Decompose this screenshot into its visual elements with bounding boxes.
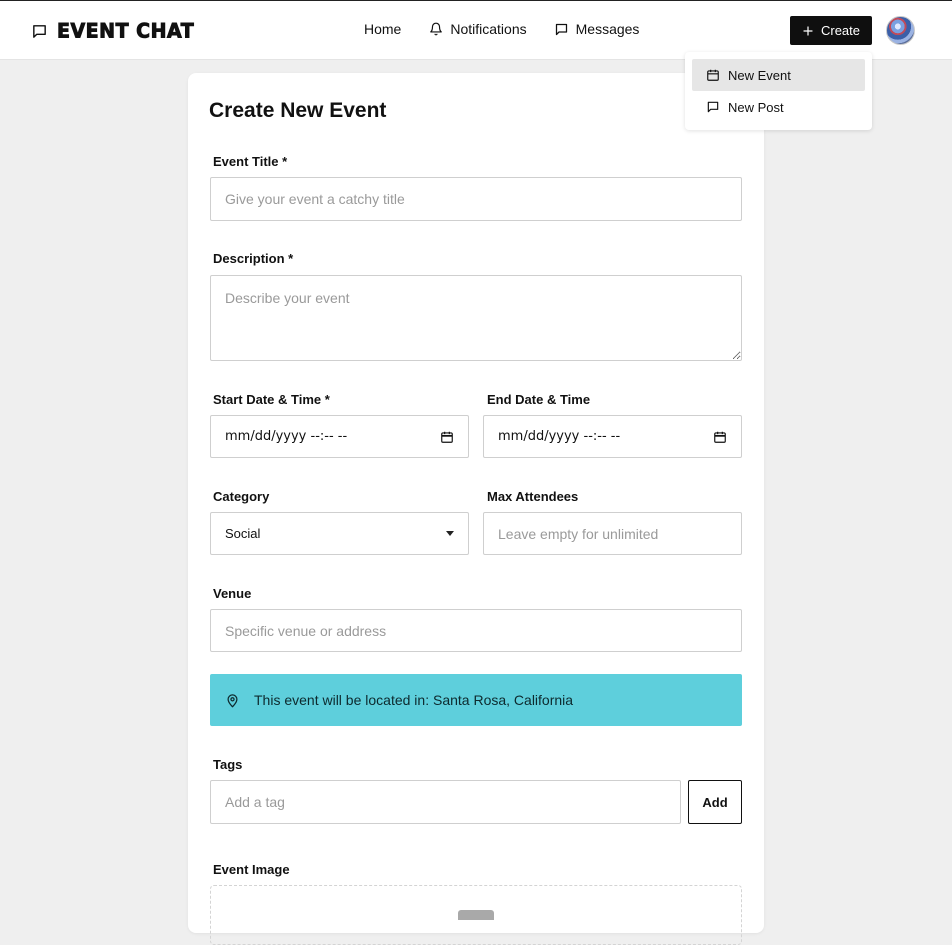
message-icon [554,22,569,37]
max-attendees-label: Max Attendees [487,489,579,504]
page-title: Create New Event [209,99,387,122]
plus-icon [802,25,814,37]
bell-icon [429,22,443,36]
message-icon [706,100,720,114]
top-bar: EVENT CHAT Home Notifications Messages C… [0,0,952,60]
max-attendees-input[interactable] [483,512,742,555]
nav-notifications-label: Notifications [450,21,527,37]
brand[interactable]: EVENT CHAT [31,19,195,43]
category-value: Social [225,526,261,541]
tags-label: Tags [213,757,243,772]
main-nav: Home Notifications Messages [364,21,639,37]
nav-home[interactable]: Home [364,21,401,37]
menu-item-new-event-label: New Event [728,67,791,83]
create-event-card: Create New Event Event Title * Descripti… [188,73,764,945]
menu-item-new-event[interactable]: New Event [692,59,865,91]
calendar-icon[interactable] [440,430,454,444]
calendar-icon [706,68,720,82]
venue-label: Venue [213,586,252,601]
end-datetime-label: End Date & Time [487,392,591,407]
create-button-label: Create [820,23,861,38]
tag-input[interactable] [210,780,681,824]
chat-bubble-icon [31,23,48,40]
location-notice: This event will be located in: Santa Ros… [210,674,742,726]
nav-home-label: Home [364,21,402,37]
start-datetime-input[interactable]: mm/dd/yyyy --:-- -- [210,415,469,458]
description-label: Description * [213,251,294,266]
add-tag-button[interactable]: Add [688,780,742,824]
location-notice-text: This event will be located in: Santa Ros… [254,692,574,708]
end-datetime-value: mm/dd/yyyy --:-- -- [498,429,621,444]
category-select[interactable]: Social [210,512,469,555]
category-label: Category [213,489,270,504]
brand-name: EVENT CHAT [57,19,195,43]
avatar[interactable] [886,16,915,45]
image-upload-dropzone[interactable] [210,885,742,945]
menu-item-new-post-label: New Post [728,99,784,115]
event-title-input[interactable] [210,177,742,221]
create-button[interactable]: Create [790,16,872,45]
event-title-label: Event Title * [213,154,288,169]
start-datetime-value: mm/dd/yyyy --:-- -- [225,429,348,444]
create-menu: New Event New Post [685,52,872,130]
nav-notifications[interactable]: Notifications [429,21,527,37]
chevron-down-icon [446,531,454,536]
description-textarea[interactable] [210,275,742,361]
nav-messages-label: Messages [575,21,640,37]
nav-messages[interactable]: Messages [554,21,640,37]
upload-icon [458,910,494,920]
map-pin-icon [225,693,240,708]
end-datetime-input[interactable]: mm/dd/yyyy --:-- -- [483,415,742,458]
venue-input[interactable] [210,609,742,652]
menu-item-new-post[interactable]: New Post [692,91,865,123]
start-datetime-label: Start Date & Time * [213,392,330,407]
event-image-label: Event Image [213,862,290,877]
calendar-icon[interactable] [713,430,727,444]
